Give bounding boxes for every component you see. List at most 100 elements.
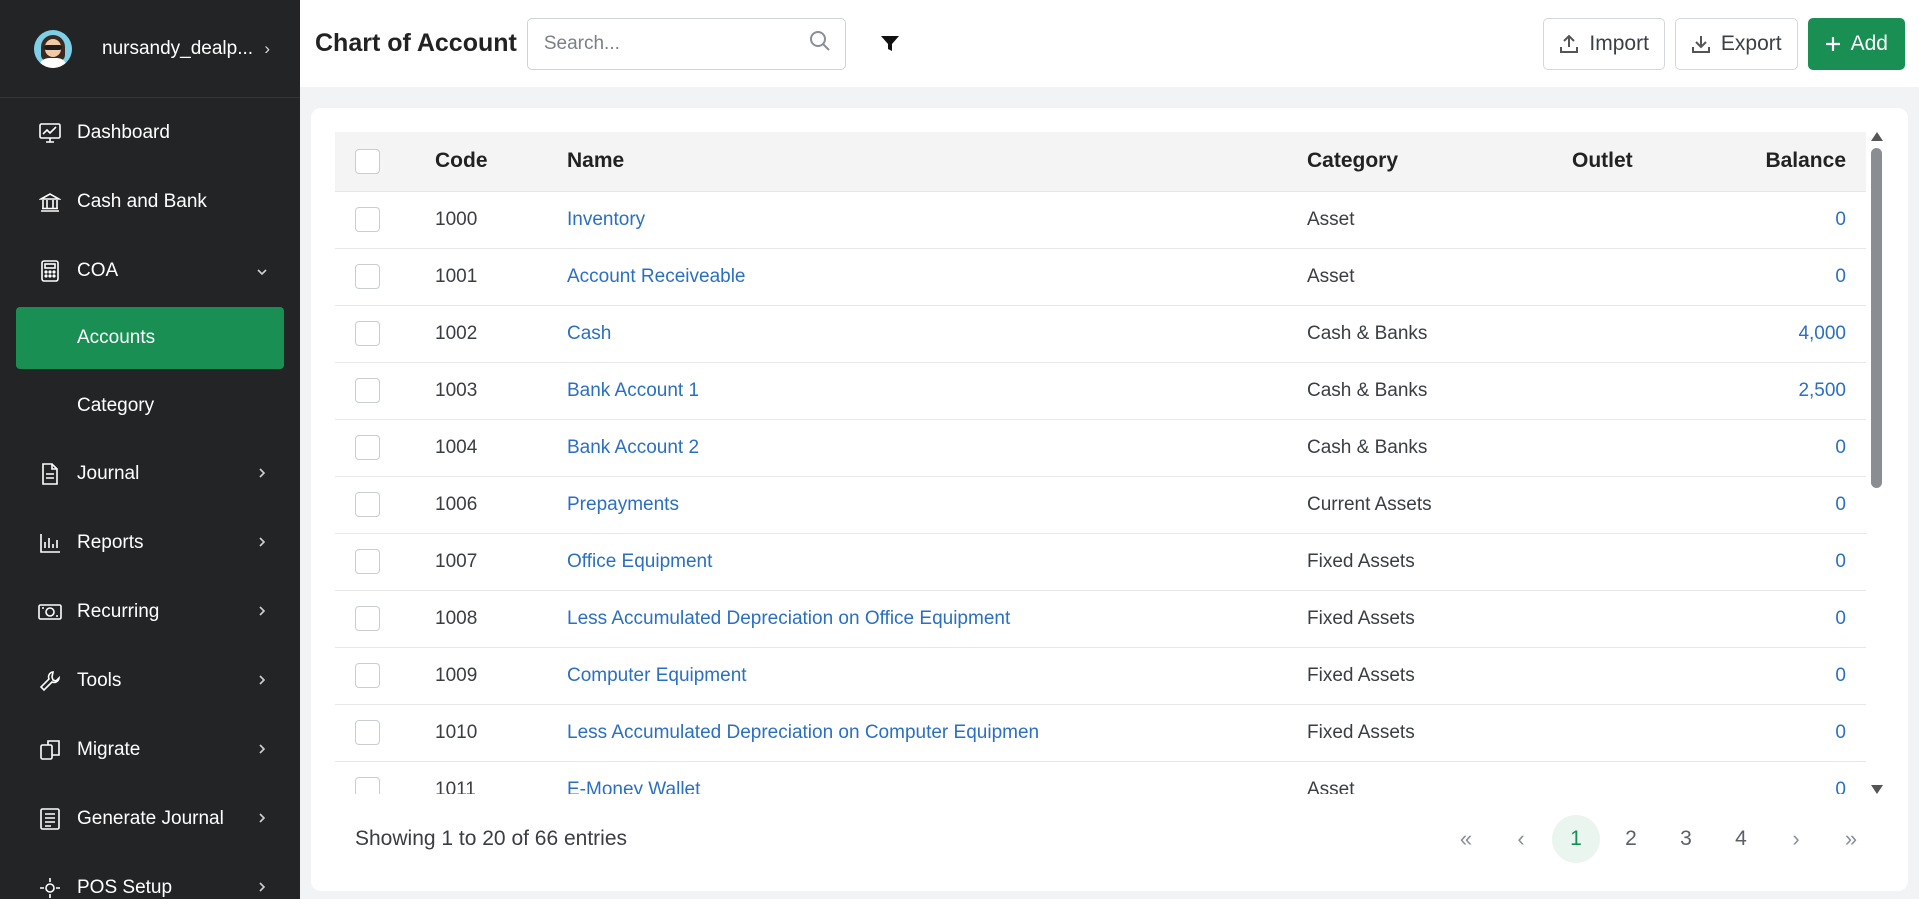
chevron-right-icon — [254, 532, 270, 554]
pos-setup-icon — [38, 876, 62, 899]
row-checkbox[interactable] — [355, 378, 380, 403]
row-balance[interactable]: 0 — [1835, 665, 1846, 686]
sidebar-item-dashboard[interactable]: Dashboard — [0, 98, 300, 167]
sidebar-item-pos-setup[interactable]: POS Setup — [0, 853, 300, 899]
account-name-link[interactable]: Account Receiveable — [567, 266, 746, 287]
account-name-link[interactable]: Prepayments — [567, 494, 679, 515]
row-balance[interactable]: 0 — [1835, 608, 1846, 629]
import-button[interactable]: Import — [1543, 17, 1665, 70]
select-all-checkbox[interactable] — [355, 148, 380, 174]
row-balance[interactable]: 0 — [1835, 209, 1846, 230]
avatar — [34, 29, 72, 68]
migrate-icon — [38, 738, 62, 762]
row-checkbox[interactable] — [355, 321, 380, 346]
column-header-outlet[interactable]: Outlet — [1572, 132, 1722, 192]
row-outlet — [1572, 704, 1722, 762]
accounts-table-wrap[interactable]: Code Name Category Outlet Balance 1000 I… — [335, 132, 1866, 794]
row-balance[interactable]: 0 — [1835, 266, 1846, 287]
table-row: 1002 Cash Cash & Banks 4,000 — [335, 305, 1866, 363]
scrollbar-thumb[interactable] — [1871, 148, 1882, 488]
row-balance[interactable]: 0 — [1835, 437, 1846, 458]
column-header-name[interactable]: Name — [567, 132, 1307, 192]
account-name-link[interactable]: Cash — [567, 323, 611, 344]
row-category: Cash & Banks — [1307, 305, 1572, 363]
account-name-link[interactable]: Bank Account 1 — [567, 380, 699, 401]
row-code: 1010 — [435, 704, 567, 762]
tools-icon — [38, 669, 62, 693]
search-input[interactable] — [543, 32, 809, 55]
row-checkbox[interactable] — [355, 492, 380, 517]
sidebar-item-journal[interactable]: Journal — [0, 439, 300, 508]
table-row: 1009 Computer Equipment Fixed Assets 0 — [335, 647, 1866, 705]
table-row: 1011 E-Money Wallet Asset 0 — [335, 761, 1866, 794]
account-name-link[interactable]: Computer Equipment — [567, 665, 747, 686]
prev-page-button[interactable]: ‹ — [1497, 815, 1545, 863]
generate-journal-icon — [38, 807, 62, 831]
sidebar-item-cash-and-bank[interactable]: Cash and Bank — [0, 167, 300, 236]
row-checkbox[interactable] — [355, 606, 380, 631]
account-name-link[interactable]: E-Money Wallet — [567, 779, 700, 795]
row-checkbox[interactable] — [355, 435, 380, 460]
add-button[interactable]: Add — [1807, 17, 1905, 70]
reports-icon — [38, 531, 62, 555]
row-checkbox[interactable] — [355, 663, 380, 688]
table-row: 1008 Less Accumulated Depreciation on Of… — [335, 590, 1866, 648]
first-page-button[interactable]: « — [1442, 815, 1490, 863]
account-name-link[interactable]: Bank Account 2 — [567, 437, 699, 458]
column-header-category[interactable]: Category — [1307, 132, 1572, 192]
row-checkbox[interactable] — [355, 264, 380, 289]
search-icon[interactable] — [809, 30, 831, 57]
account-name-link[interactable]: Less Accumulated Depreciation on Office … — [567, 608, 1010, 629]
export-button[interactable]: Export — [1674, 17, 1798, 70]
next-page-button[interactable]: › — [1772, 815, 1820, 863]
import-label: Import — [1589, 31, 1649, 55]
sidebar-nav: Dashboard Cash and Bank COA Accounts Cat… — [0, 98, 300, 899]
row-checkbox[interactable] — [355, 720, 380, 745]
sidebar-subitem-accounts[interactable]: Accounts — [16, 307, 284, 369]
sidebar-item-label: Dashboard — [77, 121, 170, 143]
sidebar-subitem-label: Accounts — [77, 327, 156, 348]
sidebar-item-coa[interactable]: COA — [0, 236, 300, 305]
pagination: « ‹ 1 2 3 4 › » — [1442, 815, 1875, 863]
row-balance[interactable]: 0 — [1835, 551, 1846, 572]
page-1-button[interactable]: 1 — [1552, 815, 1600, 863]
page-4-button[interactable]: 4 — [1717, 815, 1765, 863]
sidebar-subitem-category[interactable]: Category — [16, 375, 284, 437]
page-3-button[interactable]: 3 — [1662, 815, 1710, 863]
user-profile[interactable]: nursandy_dealp... › — [0, 0, 300, 98]
filter-icon[interactable] — [876, 30, 904, 58]
row-outlet — [1572, 419, 1722, 477]
sidebar-item-recurring[interactable]: Recurring — [0, 577, 300, 646]
row-checkbox[interactable] — [355, 549, 380, 574]
last-page-button[interactable]: » — [1827, 815, 1875, 863]
sidebar-item-generate-journal[interactable]: Generate Journal — [0, 784, 300, 853]
scroll-up-arrow-icon[interactable] — [1871, 132, 1883, 141]
search-box[interactable] — [526, 17, 846, 70]
account-name-link[interactable]: Office Equipment — [567, 551, 712, 572]
page-2-button[interactable]: 2 — [1607, 815, 1655, 863]
row-balance[interactable]: 0 — [1835, 494, 1846, 515]
table-scrollbar[interactable] — [1870, 132, 1884, 794]
account-name-link[interactable]: Less Accumulated Depreciation on Compute… — [567, 722, 1039, 743]
row-balance[interactable]: 0 — [1835, 779, 1846, 795]
chevron-right-icon — [254, 463, 270, 485]
row-balance[interactable]: 0 — [1835, 722, 1846, 743]
scroll-down-arrow-icon[interactable] — [1871, 785, 1883, 794]
page-title: Chart of Account — [315, 29, 517, 57]
row-code: 1008 — [435, 590, 567, 648]
select-all-cell — [335, 132, 435, 192]
row-checkbox[interactable] — [355, 777, 380, 794]
sidebar-item-tools[interactable]: Tools — [0, 646, 300, 715]
table-row: 1000 Inventory Asset 0 — [335, 191, 1866, 249]
column-header-balance[interactable]: Balance — [1722, 132, 1866, 192]
sidebar-item-migrate[interactable]: Migrate — [0, 715, 300, 784]
account-name-link[interactable]: Inventory — [567, 209, 645, 230]
row-balance[interactable]: 2,500 — [1798, 380, 1846, 401]
row-balance[interactable]: 4,000 — [1798, 323, 1846, 344]
sidebar-item-label: COA — [77, 259, 119, 281]
row-checkbox[interactable] — [355, 207, 380, 232]
column-header-code[interactable]: Code — [435, 132, 567, 192]
sidebar-item-reports[interactable]: Reports — [0, 508, 300, 577]
chevron-right-icon — [254, 808, 270, 830]
row-category: Asset — [1307, 248, 1572, 306]
